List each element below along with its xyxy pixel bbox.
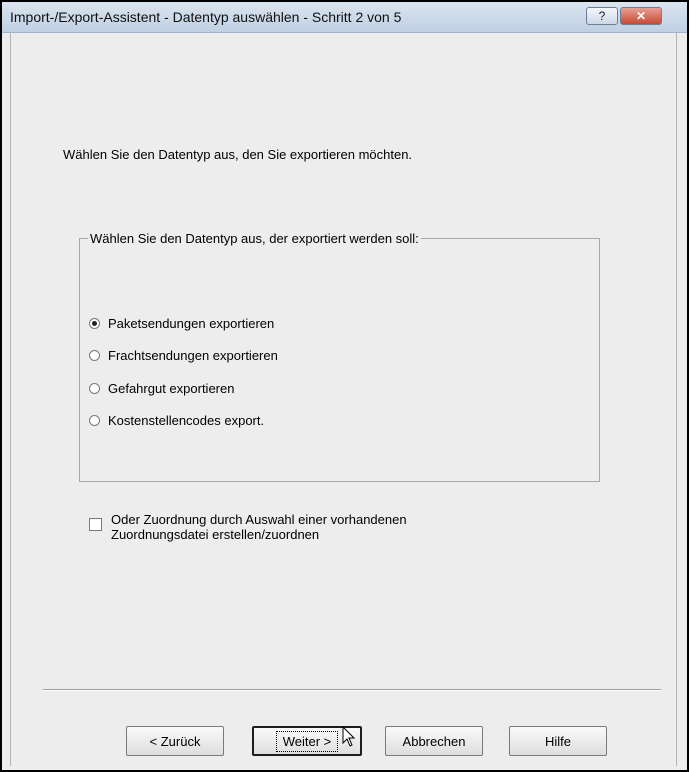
radio-gefahrgut[interactable]: Gefahrgut exportieren [89, 378, 234, 398]
mouse-pointer-icon [342, 726, 356, 747]
close-icon: ✕ [635, 9, 647, 23]
radio-button[interactable] [89, 349, 100, 361]
radio-label: Kostenstellencodes export. [108, 412, 265, 428]
next-button-label: Weiter > [275, 730, 339, 752]
intro-text: Wählen Sie den Datentyp aus, den Sie exp… [63, 147, 413, 162]
mapping-label-line2: Zuordnungsdatei erstellen/zuordnen [111, 527, 320, 542]
window-title: Import-/Export-Assistent - Datentyp ausw… [10, 9, 402, 25]
radio-button[interactable] [89, 414, 100, 426]
help-icon: ? [598, 9, 606, 23]
help-button[interactable]: Hilfe [509, 726, 607, 756]
mapping-checkbox[interactable] [89, 518, 102, 531]
datatype-group-legend: Wählen Sie den Datentyp aus, der exporti… [90, 231, 419, 246]
back-button-label: < Zurück [149, 733, 201, 749]
button-separator [43, 689, 661, 691]
dialog-content: Wählen Sie den Datentyp aus, den Sie exp… [10, 33, 677, 766]
title-bar[interactable]: Import-/Export-Assistent - Datentyp ausw… [2, 2, 687, 33]
cancel-button[interactable]: Abbrechen [385, 726, 483, 756]
dialog-window: Import-/Export-Assistent - Datentyp ausw… [0, 0, 689, 772]
back-button[interactable]: < Zurück [126, 726, 224, 756]
radio-label: Paketsendungen exportieren [108, 315, 275, 331]
mapping-label-line1: Oder Zuordnung durch Auswahl einer vorha… [111, 512, 407, 527]
radio-button-selected[interactable] [89, 317, 100, 329]
radio-label: Frachtsendungen exportieren [108, 347, 278, 363]
radio-kostenstellencodes[interactable]: Kostenstellencodes export. [89, 410, 264, 430]
mapping-checkbox-label[interactable]: Oder Zuordnung durch Auswahl einer vorha… [111, 512, 407, 542]
radio-paketsendungen[interactable]: Paketsendungen exportieren [89, 313, 274, 333]
radio-button[interactable] [89, 382, 100, 394]
radio-frachtsendungen[interactable]: Frachtsendungen exportieren [89, 345, 278, 365]
cancel-button-label: Abbrechen [402, 733, 466, 749]
radio-label: Gefahrgut exportieren [108, 380, 235, 396]
help-button-label: Hilfe [544, 733, 571, 749]
title-help-button[interactable]: ? [586, 7, 618, 25]
title-close-button[interactable]: ✕ [620, 7, 662, 25]
